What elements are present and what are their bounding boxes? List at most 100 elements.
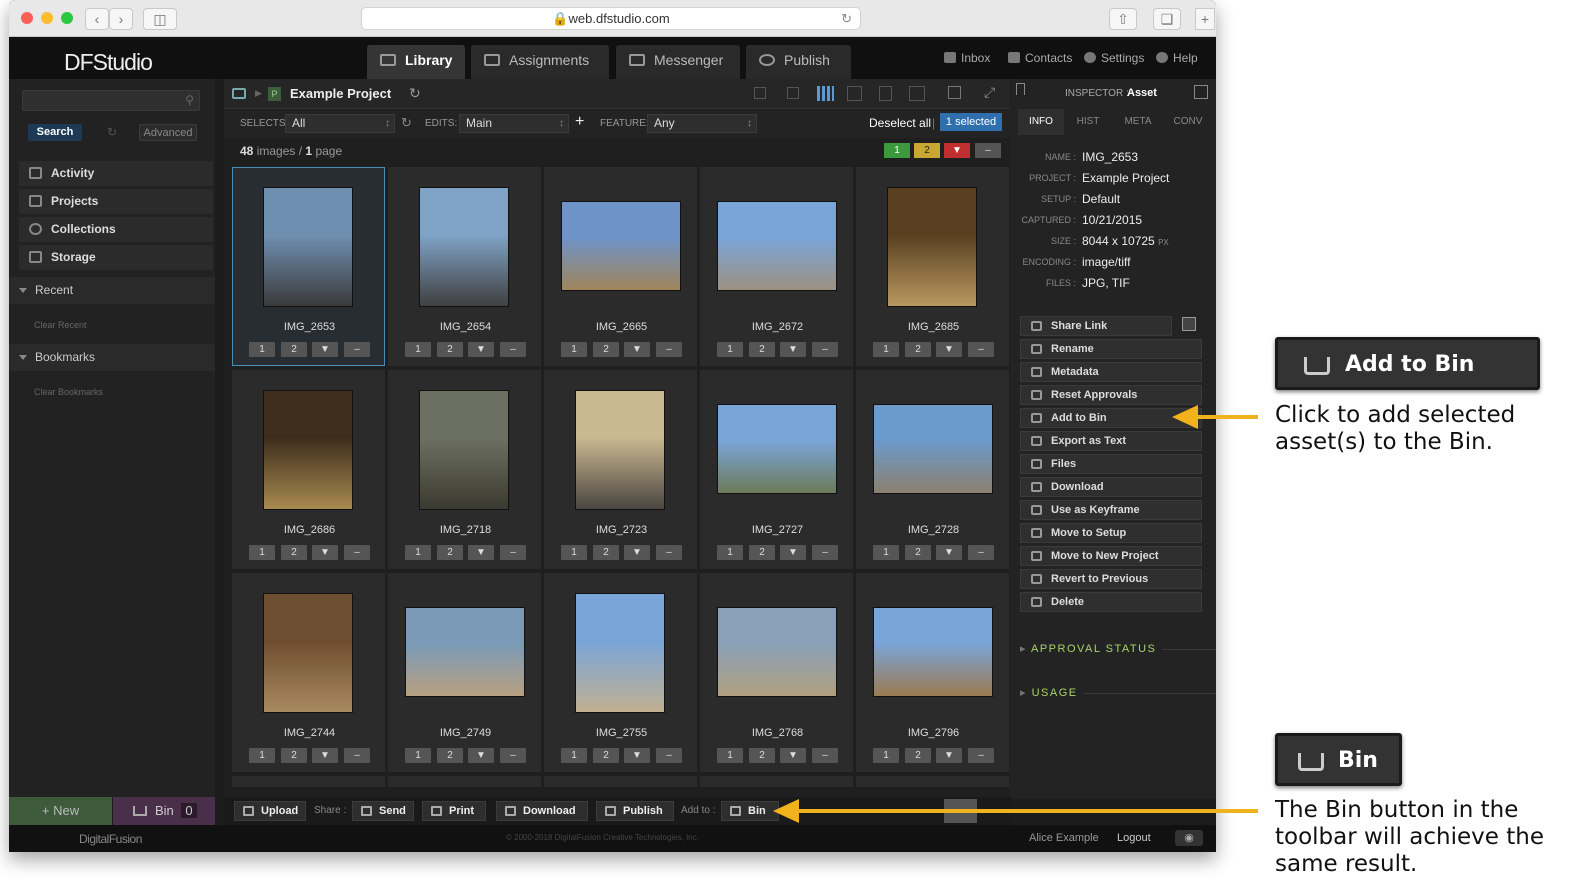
image-tile[interactable]: IMG_2665 1 2 ▼ – — [544, 167, 697, 366]
add-to-bin-toolbar-button[interactable]: Bin — [721, 801, 779, 821]
compare-view-icon[interactable] — [909, 86, 925, 101]
publish-button[interactable]: Publish — [596, 801, 674, 821]
rate-1-button[interactable]: 1 — [249, 748, 275, 763]
copy-icon[interactable] — [948, 86, 961, 99]
tab-info[interactable]: INFO — [1018, 109, 1064, 135]
rate-1-button[interactable]: 1 — [717, 748, 743, 763]
sidebar-item-projects[interactable]: Projects — [19, 189, 213, 214]
forward-icon[interactable]: › — [109, 8, 133, 30]
advanced-search-button[interactable]: Advanced — [139, 124, 197, 141]
tab-messenger[interactable]: Messenger — [616, 45, 740, 79]
rate-2-button[interactable]: 2 — [749, 748, 775, 763]
rate-1-button[interactable]: 1 — [249, 545, 275, 560]
collapse-panel-icon[interactable] — [1194, 85, 1208, 99]
selects-dropdown[interactable]: All — [285, 114, 395, 133]
image-tile[interactable]: IMG_2768 1 2 ▼ – — [700, 573, 853, 772]
share-icon[interactable]: ⇧ — [1109, 8, 1137, 30]
clear-rating-button[interactable]: – — [968, 545, 994, 560]
recent-section-header[interactable]: Recent — [9, 277, 215, 304]
reset-search-icon[interactable]: ↻ — [107, 125, 117, 139]
tab-meta[interactable]: META — [1116, 109, 1160, 135]
bookmarks-section-header[interactable]: Bookmarks — [9, 344, 215, 371]
reject-button[interactable]: ▼ — [468, 342, 494, 357]
logout-link[interactable]: Logout — [1117, 832, 1151, 844]
image-tile[interactable]: IMG_2755 1 2 ▼ – — [544, 573, 697, 772]
upload-button[interactable]: Upload — [234, 801, 306, 821]
clear-rating-button[interactable]: – — [656, 545, 682, 560]
print-button[interactable]: Print — [422, 801, 486, 821]
image-thumbnail[interactable] — [717, 404, 837, 494]
deselect-all-link[interactable]: Deselect all — [869, 116, 931, 130]
reject-button[interactable]: ▼ — [780, 545, 806, 560]
rate-1-button[interactable]: 1 — [249, 342, 275, 357]
clear-recent-link[interactable]: Clear Recent — [34, 318, 87, 333]
image-tile[interactable]: IMG_2749 1 2 ▼ – — [388, 573, 541, 772]
clear-rating-button[interactable]: – — [812, 342, 838, 357]
image-tile[interactable]: IMG_2728 1 2 ▼ – — [856, 370, 1009, 569]
reload-icon[interactable]: ↻ — [841, 8, 852, 29]
rate-2-button[interactable]: 2 — [281, 748, 307, 763]
inbox-link[interactable]: Inbox — [944, 51, 990, 65]
action-metadata-button[interactable]: Metadata — [1020, 362, 1202, 382]
rate-1-button[interactable]: 1 — [405, 342, 431, 357]
clear-rating-button[interactable]: – — [656, 748, 682, 763]
clear-rating-button[interactable]: – — [344, 342, 370, 357]
download-button[interactable]: Download — [496, 801, 588, 821]
detail-view-icon[interactable] — [787, 87, 799, 99]
rate-2-button[interactable]: 2 — [593, 342, 619, 357]
image-tile[interactable]: IMG_2796 1 2 ▼ – — [856, 573, 1009, 772]
help-link[interactable]: Help — [1156, 51, 1198, 65]
clear-rating-button[interactable]: – — [500, 748, 526, 763]
rate-2-button[interactable]: 2 — [905, 342, 931, 357]
rate-1-button[interactable]: 1 — [717, 545, 743, 560]
usage-section[interactable]: ▸ USAGE — [1020, 686, 1216, 699]
rate-2-button[interactable]: 2 — [281, 342, 307, 357]
bin-sidebar-button[interactable]: Bin 0 — [113, 797, 215, 825]
close-window-icon[interactable] — [21, 12, 33, 24]
grid-large-view-icon[interactable] — [847, 86, 862, 101]
sidebar-toggle-icon[interactable]: ◫ — [143, 8, 177, 30]
contacts-link[interactable]: Contacts — [1008, 51, 1072, 65]
image-tile[interactable]: IMG_2744 1 2 ▼ – — [232, 573, 385, 772]
image-tile[interactable]: IMG_2723 1 2 ▼ – — [544, 370, 697, 569]
rate-2-button[interactable]: 2 — [281, 545, 307, 560]
rate-2-button[interactable]: 2 — [749, 342, 775, 357]
address-bar[interactable]: 🔒web.dfstudio.com ↻ — [361, 7, 861, 30]
image-tile[interactable]: IMG_2727 1 2 ▼ – — [700, 370, 853, 569]
library-icon[interactable] — [232, 88, 246, 99]
reject-button[interactable]: ▼ — [780, 342, 806, 357]
tab-hist[interactable]: HIST — [1066, 109, 1110, 135]
add-edit-icon[interactable]: + — [575, 113, 584, 131]
image-thumbnail[interactable] — [561, 201, 681, 291]
rate-2-button[interactable]: 2 — [593, 545, 619, 560]
image-tile[interactable]: IMG_2653 1 2 ▼ – — [232, 167, 385, 366]
rate-2-button[interactable]: 2 — [437, 545, 463, 560]
tabs-icon[interactable]: ❏ — [1153, 8, 1181, 30]
rate-1-button[interactable]: 1 — [561, 748, 587, 763]
maximize-window-icon[interactable] — [61, 12, 73, 24]
new-button[interactable]: + New — [9, 797, 112, 825]
clear-rating-button[interactable]: – — [344, 748, 370, 763]
clear-rating-button[interactable]: – — [500, 342, 526, 357]
sidebar-item-activity[interactable]: Activity — [19, 161, 213, 186]
tab-publish[interactable]: Publish — [746, 45, 851, 79]
sidebar-item-storage[interactable]: Storage — [19, 245, 213, 270]
action-share-link-button[interactable]: Share Link — [1020, 316, 1172, 336]
list-view-icon[interactable] — [754, 87, 766, 99]
image-thumbnail[interactable] — [419, 390, 509, 510]
search-icon[interactable]: ⚲ — [185, 93, 194, 107]
rate-2-button[interactable]: 2 — [437, 342, 463, 357]
rate-1-button[interactable]: 1 — [873, 342, 899, 357]
search-input[interactable]: ⚲ — [22, 90, 200, 111]
image-tile[interactable]: IMG_2654 1 2 ▼ – — [388, 167, 541, 366]
filter-reject-button[interactable]: ▼ — [944, 143, 970, 158]
action-move-to-setup-button[interactable]: Move to Setup — [1020, 523, 1202, 543]
clear-rating-button[interactable]: – — [812, 545, 838, 560]
rate-2-button[interactable]: 2 — [437, 748, 463, 763]
reject-button[interactable]: ▼ — [624, 342, 650, 357]
clear-rating-button[interactable]: – — [656, 342, 682, 357]
minimize-window-icon[interactable] — [41, 12, 53, 24]
fullscreen-icon[interactable]: ⤢ — [984, 84, 995, 101]
rate-1-button[interactable]: 1 — [561, 545, 587, 560]
clear-rating-button[interactable]: – — [968, 748, 994, 763]
